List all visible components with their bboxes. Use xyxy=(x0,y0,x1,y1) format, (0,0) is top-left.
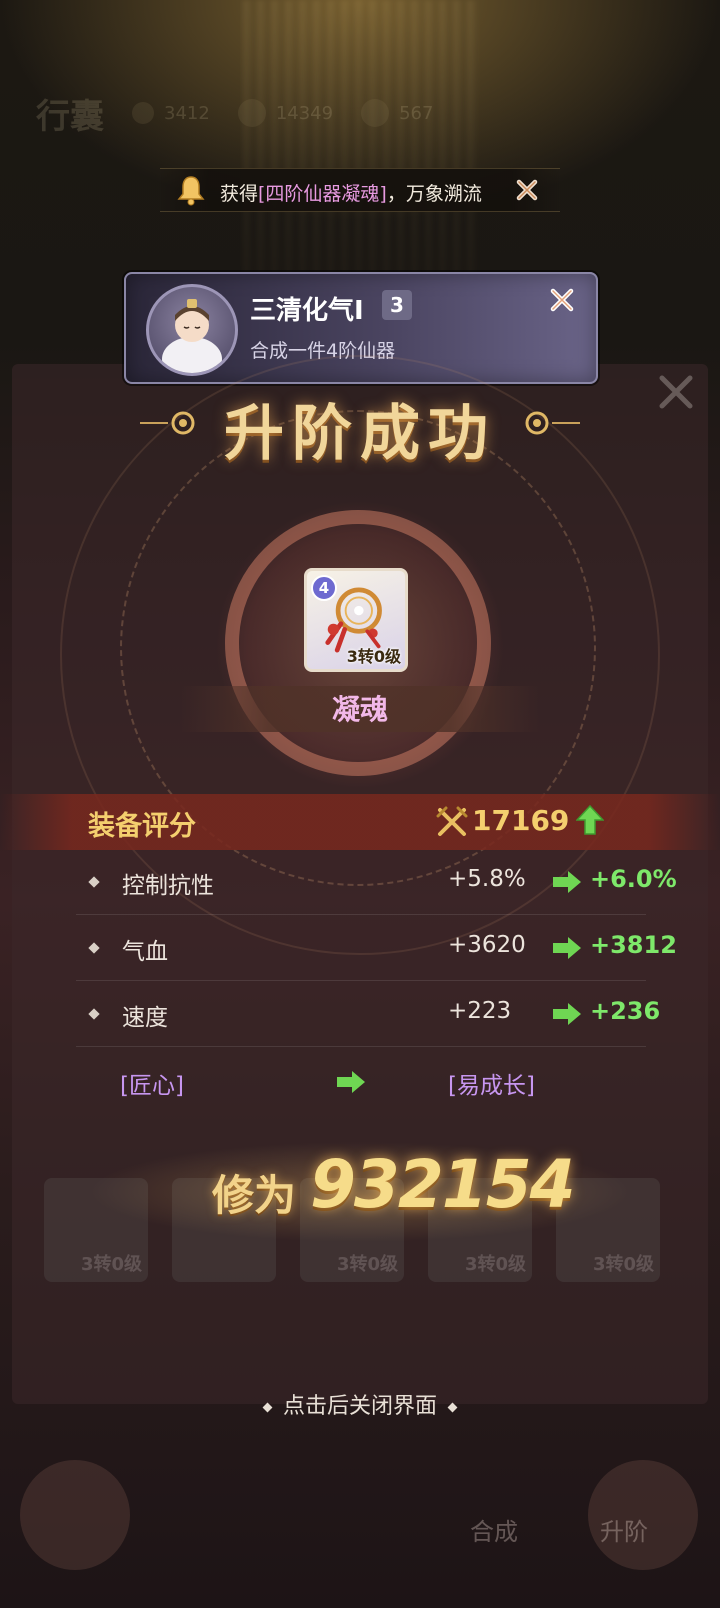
arrow-right-icon xyxy=(553,937,581,959)
bullet-icon xyxy=(88,1008,100,1020)
attribute-new-value: +3812 xyxy=(590,931,677,959)
close-icon[interactable] xyxy=(514,177,540,203)
attribute-name: 气血 xyxy=(122,939,168,965)
attribute-row: 速度 +223 +236 xyxy=(76,980,660,1047)
background-back-button xyxy=(20,1460,130,1570)
arrow-up-icon xyxy=(576,804,604,835)
background-label: 升阶 xyxy=(600,1518,648,1546)
close-hint-text: 点击后关闭界面 xyxy=(282,1394,437,1419)
attribute-row: 控制抗性 +5.8% +6.0% xyxy=(76,848,677,915)
upgrade-success-screen[interactable]: 行囊 3412 14349 567 获得[四阶仙器凝魂]，万象溯流 三清化气Ⅰ … xyxy=(0,0,720,1608)
item-level-label: 3转0级 xyxy=(346,647,401,666)
diamond-icon xyxy=(262,1402,273,1412)
background-hud: 行囊 3412 14349 567 xyxy=(36,90,684,137)
item-card[interactable]: 4 3转0级 xyxy=(304,568,408,672)
attribute-new-value: +6.0% xyxy=(590,865,677,893)
arrow-right-icon xyxy=(553,871,581,893)
background-stat: 14349 xyxy=(237,99,333,127)
arrow-right-icon xyxy=(337,1071,365,1093)
close-icon[interactable] xyxy=(546,284,578,316)
attribute-old-value: +3620 xyxy=(448,932,526,958)
background-label: 合成 xyxy=(470,1518,518,1546)
item-tier-badge: 4 xyxy=(311,575,337,601)
attribute-row: 气血 +3620 +3812 xyxy=(76,914,677,981)
bullet-icon xyxy=(88,876,100,888)
character-portrait-icon xyxy=(162,299,222,373)
attribute-name: 速度 xyxy=(122,1005,168,1031)
background-stat: 567 xyxy=(361,99,433,127)
cultivation-label: 修为 xyxy=(212,1171,297,1220)
attribute-old-value: +223 xyxy=(448,998,512,1024)
swirl-ornament-icon xyxy=(525,411,580,435)
score-value: 17169 xyxy=(472,804,570,837)
achievement-level-badge: 3 xyxy=(382,290,412,320)
score-label: 装备评分 xyxy=(88,811,196,842)
background-stat: 3412 xyxy=(132,102,210,124)
achievement-title: 三清化气Ⅰ xyxy=(250,296,364,326)
bell-icon xyxy=(177,176,205,206)
cultivation-value: 932154 xyxy=(310,1146,576,1223)
attribute-old-value: +5.8% xyxy=(448,866,526,892)
item-name: 凝魂 xyxy=(331,693,388,726)
crossed-swords-icon xyxy=(436,806,468,836)
attribute-new-value: +236 xyxy=(590,997,661,1025)
diamond-icon xyxy=(447,1402,458,1412)
background-title: 行囊 xyxy=(36,96,104,137)
notice-suffix: ，万象溯流 xyxy=(386,183,482,205)
avatar xyxy=(146,284,238,376)
trait-old: [匠心] xyxy=(120,1073,184,1099)
page-title: 升阶成功 xyxy=(224,399,496,469)
arrow-right-icon xyxy=(553,1003,581,1025)
notice-prefix: 获得 xyxy=(220,183,259,205)
close-hint[interactable]: 点击后关闭界面 xyxy=(0,1388,720,1420)
notice-text: 获得[四阶仙器凝魂]，万象溯流 xyxy=(220,179,482,206)
notice-item: [四阶仙器凝魂] xyxy=(258,183,387,205)
trait-new: [易成长] xyxy=(448,1073,535,1099)
attribute-name: 控制抗性 xyxy=(122,873,214,899)
bullet-icon xyxy=(88,942,100,954)
reward-notice: 获得[四阶仙器凝魂]，万象溯流 xyxy=(160,168,560,212)
